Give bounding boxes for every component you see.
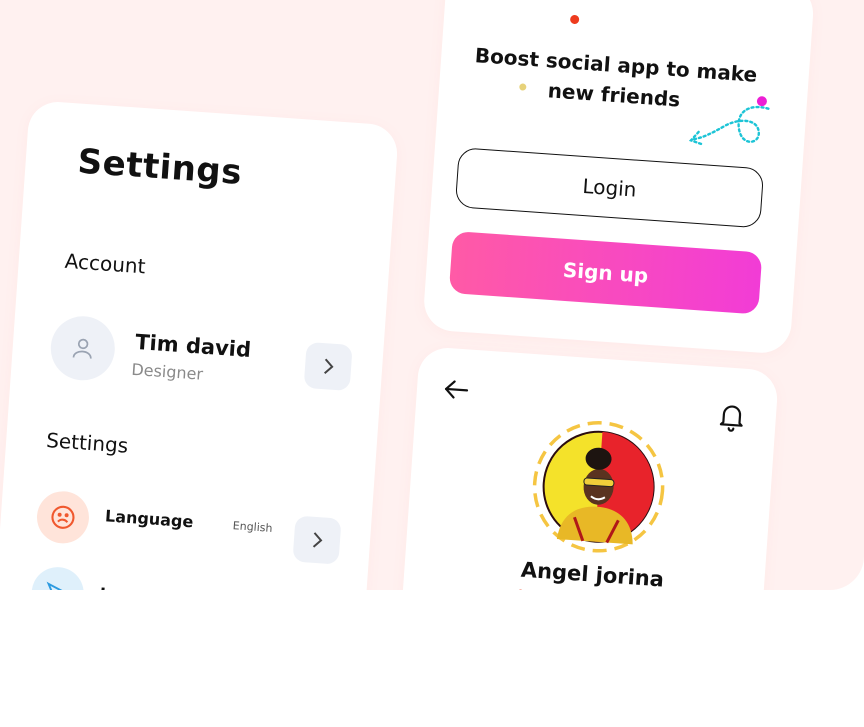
- language-label: Language: [104, 506, 194, 532]
- send-icon: [45, 581, 70, 590]
- notification-label: I: [99, 584, 106, 590]
- user-icon: [72, 338, 92, 359]
- login-screen: Boost social app to make new friends Log…: [422, 0, 816, 355]
- profile-avatar-ring[interactable]: [526, 414, 671, 559]
- language-icon-badge: [35, 489, 91, 546]
- profile-name: Angel jorina: [520, 557, 665, 590]
- language-value: English: [232, 519, 273, 535]
- canvas-background: Settings Account Tim david Designer Sett…: [0, 0, 864, 590]
- avatar[interactable]: [48, 314, 117, 383]
- settings-screen: Settings Account Tim david Designer Sett…: [0, 100, 400, 590]
- back-arrow-icon[interactable]: [442, 378, 469, 402]
- decorative-dot: [569, 14, 580, 25]
- notification-icon-badge: [29, 565, 86, 590]
- sad-face-icon: [51, 505, 75, 529]
- profile-screen: Angel jorina: [394, 346, 780, 590]
- chevron-right-icon: [324, 358, 334, 374]
- chevron-right-icon: [312, 532, 323, 548]
- signup-button[interactable]: Sign up: [448, 231, 763, 315]
- bell-icon[interactable]: [717, 401, 747, 433]
- curly-arrow-icon: [688, 105, 770, 146]
- user-name: Tim david: [134, 329, 252, 362]
- page-title: Settings: [76, 141, 244, 193]
- decorative-dot: [516, 589, 525, 590]
- settings-section-heading: Settings: [45, 427, 129, 458]
- user-role: Designer: [130, 359, 204, 384]
- account-chevron-button[interactable]: [303, 341, 353, 391]
- account-section-heading: Account: [64, 248, 147, 279]
- login-button[interactable]: Login: [454, 147, 765, 229]
- language-chevron-button[interactable]: [292, 515, 342, 565]
